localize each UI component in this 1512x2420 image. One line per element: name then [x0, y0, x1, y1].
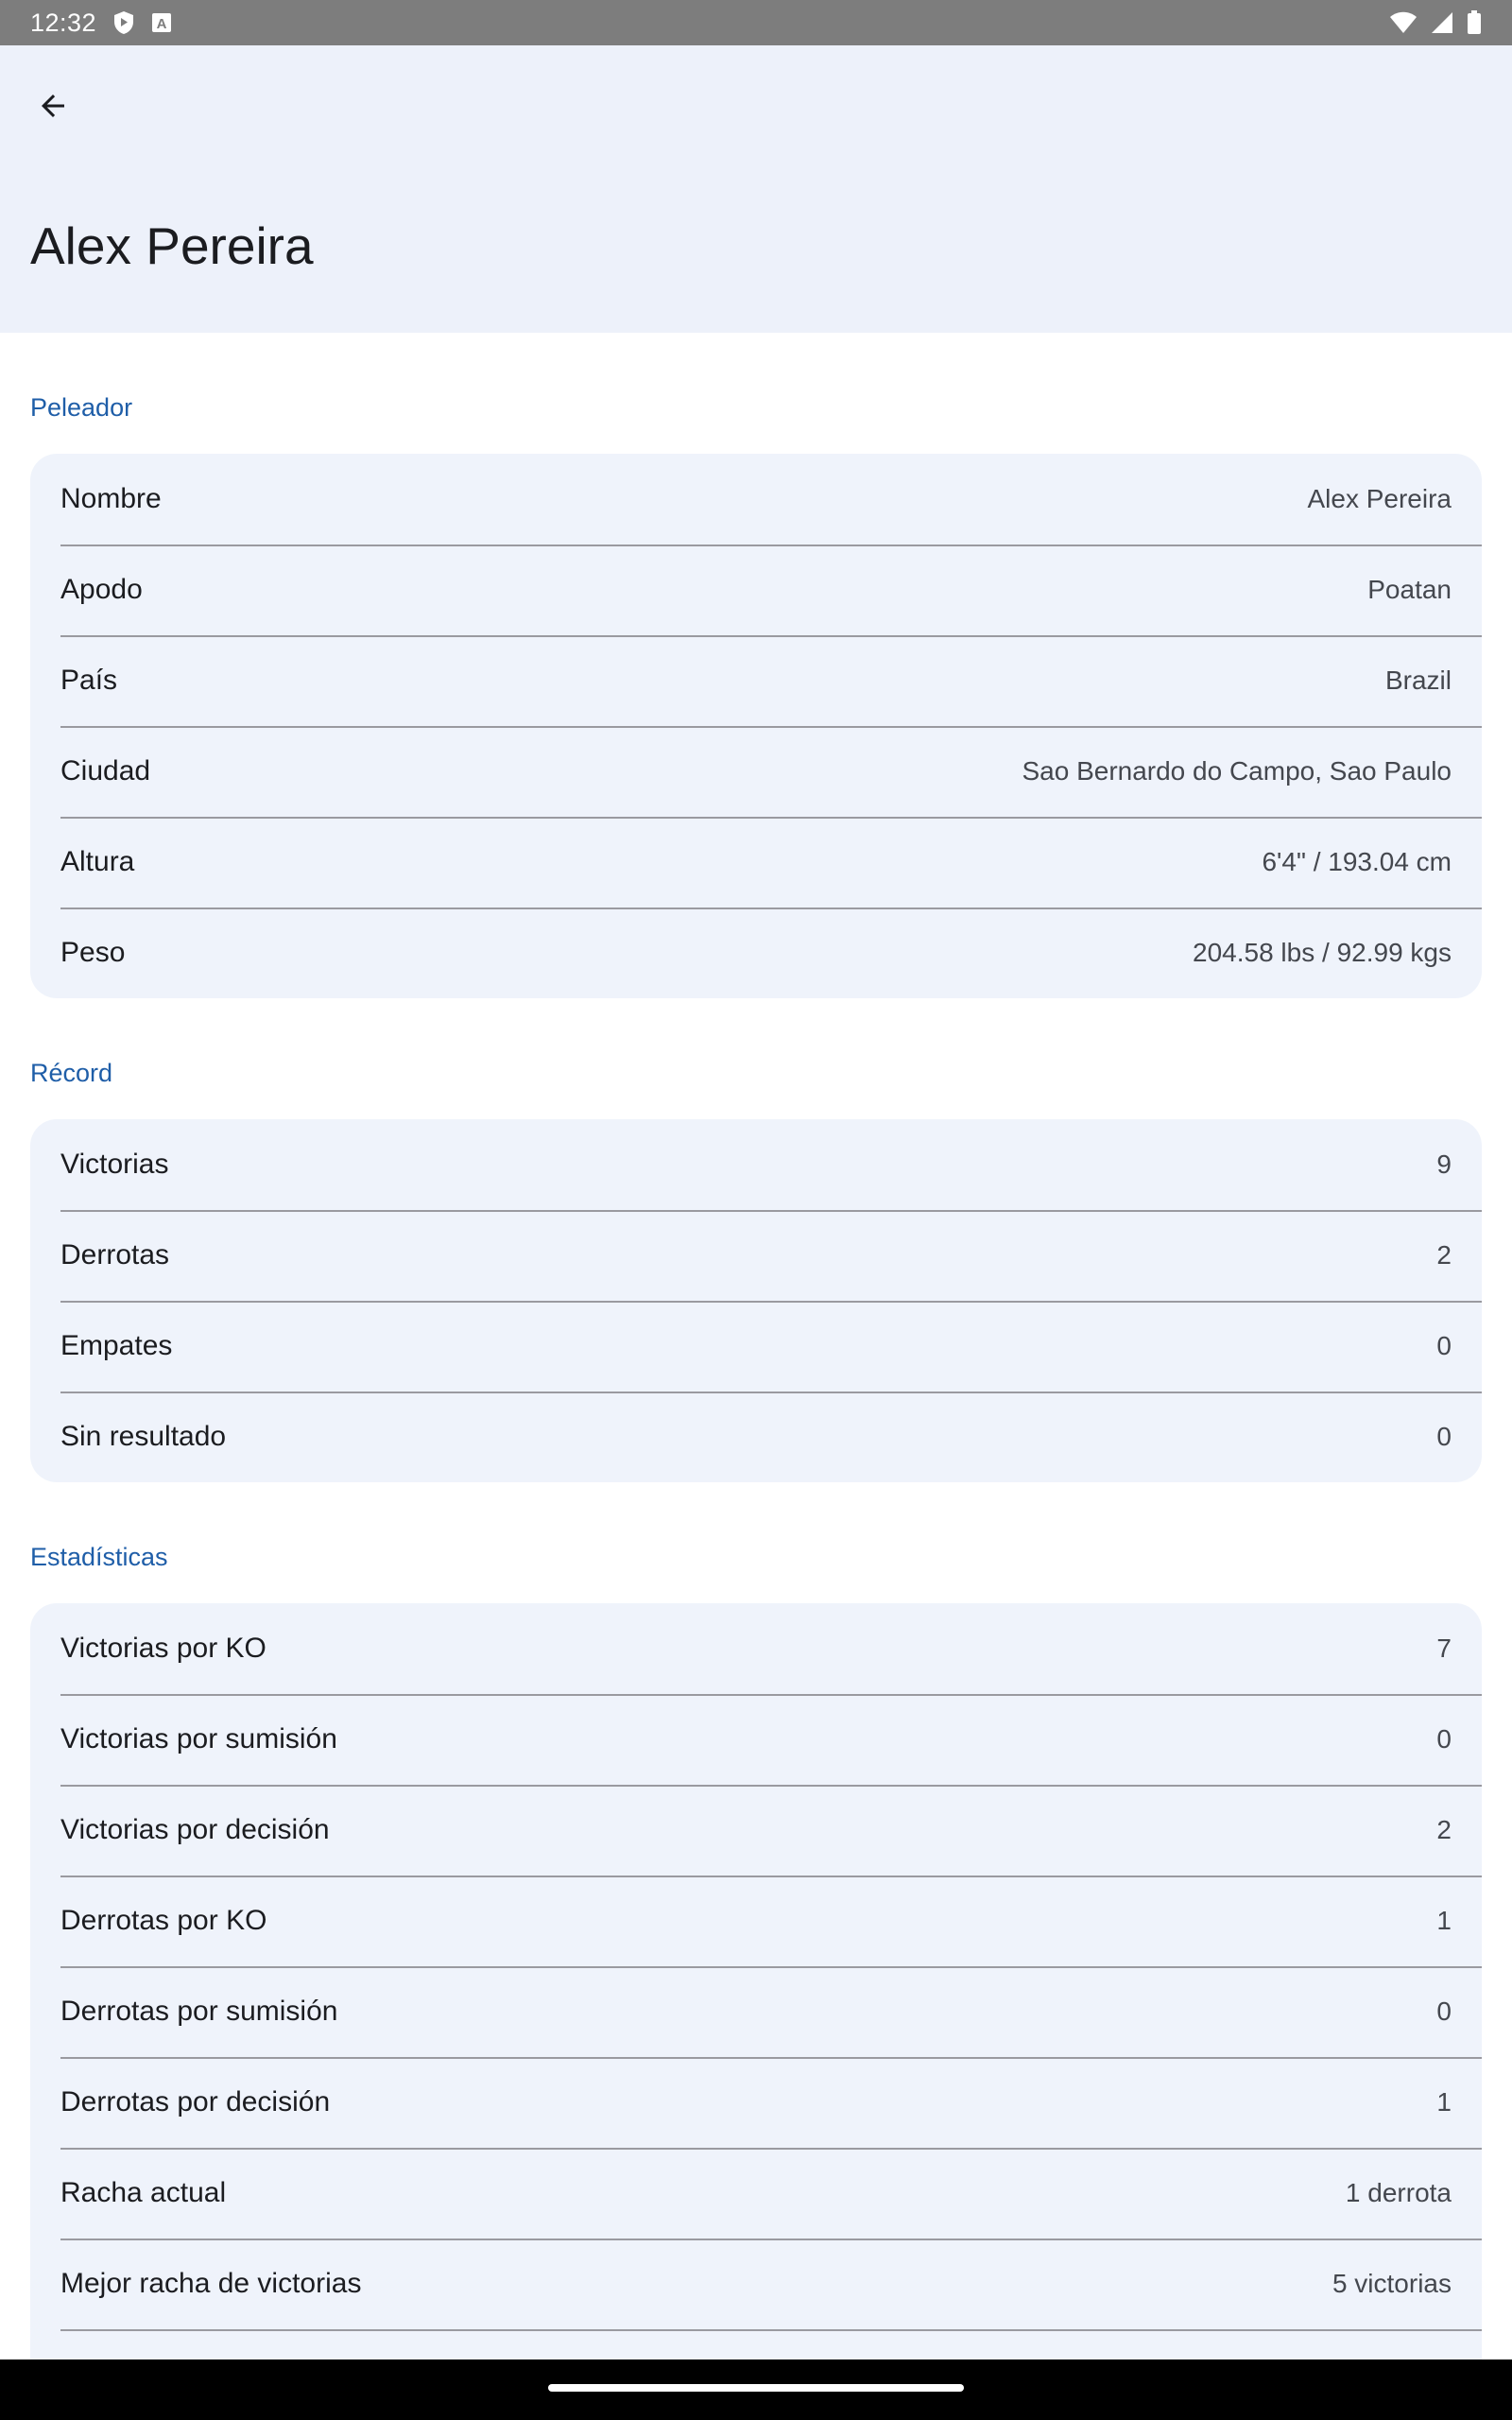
row-label: Mejor racha de victorias	[60, 2268, 362, 2299]
list-item: Victorias por sumisión 0	[30, 1694, 1482, 1785]
fighter-detail-content[interactable]: Peleador Nombre Alex Pereira Apodo Poatan …	[0, 333, 1512, 2360]
home-indicator[interactable]	[548, 2384, 964, 2392]
row-label: Ciudad	[60, 755, 151, 786]
section-header-stats: Estadísticas	[30, 1543, 168, 1571]
row-value: 0	[1436, 1422, 1452, 1451]
signal-icon	[1431, 11, 1453, 34]
row-label: País	[60, 665, 118, 696]
row-value: 1	[1436, 1906, 1452, 1935]
row-label: Derrotas por KO	[60, 1905, 267, 1936]
card-fighter: Nombre Alex Pereira Apodo Poatan País Brazi…	[30, 454, 1482, 998]
row-value: 0	[1436, 1996, 1452, 2026]
shield-icon	[113, 10, 134, 35]
row-label: Racha actual	[60, 2177, 227, 2208]
list-item: Victorias por decisión 2	[30, 1785, 1482, 1876]
row-label: Derrotas por decisión	[60, 2086, 331, 2118]
card-record: Victorias 9 Derrotas 2 Empates 0 Sin result…	[30, 1119, 1482, 1482]
battery-icon	[1467, 10, 1482, 35]
list-item: Victorias 9	[30, 1119, 1482, 1210]
row-value: 0	[1436, 1724, 1452, 1754]
row-value: 0	[1436, 1331, 1452, 1360]
section-header-record: Récord	[30, 1059, 113, 1087]
row-label: Altura	[60, 846, 135, 877]
wifi-icon	[1389, 11, 1418, 34]
list-item: Altura 6'4" / 193.04 cm	[30, 817, 1482, 908]
row-label: Derrotas por sumisión	[60, 1996, 338, 2027]
row-label: Nombre	[60, 483, 162, 514]
row-label: Victorias por KO	[60, 1633, 266, 1664]
list-item: Derrotas por decisión 1	[30, 2057, 1482, 2148]
row-value: 5 victorias	[1332, 2269, 1452, 2298]
row-value: 204.58 lbs / 92.99 kgs	[1193, 938, 1452, 967]
list-item: Peso 204.58 lbs / 92.99 kgs	[30, 908, 1482, 998]
list-item: Empates 0	[30, 1301, 1482, 1392]
row-value: Sao Bernardo do Campo, Sao Paulo	[1022, 756, 1452, 786]
row-value: 7	[1436, 1634, 1452, 1663]
list-item: Mejor racha de victorias 5 victorias	[30, 2238, 1482, 2329]
list-item: Sin resultado 0	[30, 1392, 1482, 1482]
card-stats: Victorias por KO 7 Victorias por sumisión…	[30, 1603, 1482, 2360]
row-value: Brazil	[1384, 666, 1452, 695]
row-label: Derrotas	[60, 1239, 170, 1270]
status-time: 12:32	[30, 8, 97, 37]
list-item: Apodo Poatan	[30, 544, 1482, 635]
section-header-fighter: Peleador	[30, 393, 133, 422]
row-value: 6'4" / 193.04 cm	[1262, 847, 1452, 876]
row-value: Poatan	[1367, 575, 1452, 604]
list-item: Ciudad Sao Bernardo do Campo, Sao Paulo	[30, 726, 1482, 817]
page-title: Alex Pereira	[30, 216, 314, 275]
status-bar: 12:32 A	[0, 0, 1512, 45]
back-button[interactable]	[23, 78, 83, 138]
row-value: 1 derrota	[1345, 2178, 1452, 2207]
list-item: País Brazil	[30, 635, 1482, 726]
row-value: 9	[1436, 1150, 1452, 1179]
list-item: Nombre Alex Pereira	[30, 454, 1482, 544]
row-label: Empates	[60, 1330, 173, 1361]
row-value: 1	[1436, 2087, 1452, 2117]
row-label: Victorias por sumisión	[60, 1723, 337, 1754]
list-item: Victorias por KO 7	[30, 1603, 1482, 1694]
row-value: 2	[1436, 1815, 1452, 1844]
list-item: Racha actual 1 derrota	[30, 2148, 1482, 2238]
list-item: Derrotas 2	[30, 1210, 1482, 1301]
row-value: Alex Pereira	[1307, 484, 1452, 513]
arrow-left-icon	[36, 89, 70, 128]
list-item: Derrotas por sumisión 0	[30, 1966, 1482, 2057]
status-bar-right	[1389, 10, 1482, 35]
row-label: Victorias por decisión	[60, 1814, 330, 1845]
status-bar-left: 12:32 A	[30, 9, 172, 38]
row-label: Peso	[60, 937, 126, 968]
app-bar: Alex Pereira	[0, 45, 1512, 333]
list-item: Derrotas por KO 1	[30, 1876, 1482, 1966]
row-label: Sin resultado	[60, 1421, 227, 1452]
navigation-bar	[0, 2360, 1512, 2420]
svg-text:A: A	[157, 16, 167, 32]
row-value: 2	[1436, 1240, 1452, 1270]
list-item	[30, 2329, 1482, 2360]
font-a-icon: A	[151, 12, 172, 33]
row-label: Victorias	[60, 1149, 169, 1180]
row-label: Apodo	[60, 574, 143, 605]
